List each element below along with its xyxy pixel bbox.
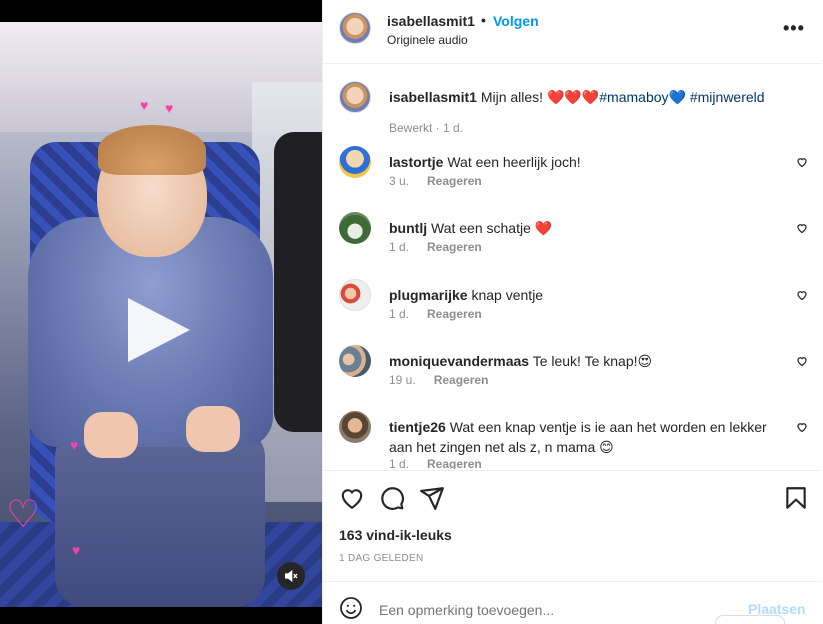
reply-button[interactable]: Reageren xyxy=(434,373,489,387)
blue-heart-emoji: 💙 xyxy=(668,89,686,105)
comment-body: Wat een schatje ❤️ xyxy=(431,220,553,236)
avatar[interactable] xyxy=(339,81,371,113)
reply-button[interactable]: Reageren xyxy=(427,174,482,188)
comment-time: 19 u. xyxy=(389,373,416,387)
comment-body: knap ventje xyxy=(471,287,544,303)
comment-meta: 1 d. Reageren xyxy=(389,240,482,254)
comment-composer: Plaatsen xyxy=(323,581,822,624)
comment-icon[interactable] xyxy=(379,485,405,511)
post-header: isabellasmit1 • Volgen Originele audio •… xyxy=(323,0,822,64)
child-hair xyxy=(98,125,206,175)
post-actions: 163 vind-ik-leuks 1 DAG GELEDEN xyxy=(323,470,822,580)
reply-button[interactable]: Reageren xyxy=(427,307,482,321)
comment-time: 1 d. xyxy=(389,457,410,469)
follow-button[interactable]: Volgen xyxy=(493,13,539,29)
comment-time: 3 u. xyxy=(389,174,410,188)
caption-meta: Bewerkt · 1 d. xyxy=(389,121,464,135)
comments-list[interactable]: isabellasmit1 Mijn alles! ❤️❤️❤️#mamaboy… xyxy=(323,65,822,469)
post-side-panel: isabellasmit1 • Volgen Originele audio •… xyxy=(322,0,823,624)
comment-meta: 1 d. Reageren xyxy=(389,457,482,469)
bookmark-icon[interactable] xyxy=(783,485,809,511)
like-heart-icon[interactable] xyxy=(339,485,365,511)
comment-text: plugmarijke knap ventje xyxy=(389,285,784,305)
heart-sticker-icon: ♥ xyxy=(72,542,81,558)
heart-icon[interactable] xyxy=(796,355,808,367)
heart-sticker-icon: ♥ xyxy=(165,100,174,116)
heart-icon[interactable] xyxy=(796,156,808,168)
avatar[interactable] xyxy=(339,345,371,377)
child-hand-right xyxy=(186,406,240,452)
comment-time: 1 d. xyxy=(389,307,410,321)
comment-body: Wat een knap ventje is ie aan het worden… xyxy=(389,419,767,455)
comment-username[interactable]: moniquevandermaas xyxy=(389,353,529,369)
caption-text: isabellasmit1 Mijn alles! ❤️❤️❤️#mamaboy… xyxy=(389,87,784,107)
more-icon[interactable]: ••• xyxy=(783,18,805,39)
hashtag-link[interactable]: #mijnwereld xyxy=(690,89,765,105)
heart-sticker-icon: ♥ xyxy=(70,437,79,453)
author-username[interactable]: isabellasmit1 xyxy=(387,13,475,29)
comment-username[interactable]: tientje26 xyxy=(389,419,446,435)
avatar[interactable] xyxy=(339,411,371,443)
comment-username[interactable]: plugmarijke xyxy=(389,287,468,303)
comment-time: 1 d. xyxy=(389,240,410,254)
comment-text: tientje26 Wat een knap ventje is ie aan … xyxy=(389,417,784,457)
heart-sticker-icon: ♡ xyxy=(6,494,41,536)
child-hand-left xyxy=(84,412,138,458)
reply-button[interactable]: Reageren xyxy=(427,240,482,254)
passenger-silhouette xyxy=(274,132,322,432)
heart-sticker-icon: ♥ xyxy=(140,97,149,113)
comment-input[interactable] xyxy=(379,600,719,620)
share-icon[interactable] xyxy=(419,485,445,511)
muted-icon[interactable] xyxy=(277,562,305,590)
comment-text: moniquevandermaas Te leuk! Te knap!😍 xyxy=(389,351,784,371)
caption-body: Mijn alles! ❤️❤️❤️ xyxy=(480,89,600,105)
comment-text: lastortje Wat een heerlijk joch! xyxy=(389,152,784,172)
comment-meta: 3 u. Reageren xyxy=(389,174,482,188)
avatar[interactable] xyxy=(339,146,371,178)
comment-body: Wat een heerlijk joch! xyxy=(447,154,581,170)
comment-meta: 19 u. Reageren xyxy=(389,373,488,387)
post-dialog: ♥ ♥ ♥ ♡ ♥ isabellasmit1 • Volgen Origine… xyxy=(0,0,823,624)
caption-username[interactable]: isabellasmit1 xyxy=(389,89,477,105)
comment-meta: 1 d. Reageren xyxy=(389,307,482,321)
avatar[interactable] xyxy=(339,279,371,311)
avatar[interactable] xyxy=(339,212,371,244)
tooltip-edge xyxy=(715,615,785,624)
heart-icon[interactable] xyxy=(796,289,808,301)
video-player[interactable]: ♥ ♥ ♥ ♡ ♥ xyxy=(0,22,322,607)
likes-count[interactable]: 163 vind-ik-leuks xyxy=(339,527,452,543)
comment-username[interactable]: buntlj xyxy=(389,220,427,236)
heart-icon[interactable] xyxy=(796,222,808,234)
reply-button[interactable]: Reageren xyxy=(427,457,482,469)
post-date[interactable]: 1 DAG GELEDEN xyxy=(339,553,423,564)
child-legs xyxy=(55,427,265,607)
separator-dot: • xyxy=(481,12,486,28)
comment-text: buntlj Wat een schatje ❤️ xyxy=(389,218,784,238)
hashtag-link[interactable]: #mamaboy xyxy=(599,89,668,105)
avatar[interactable] xyxy=(339,12,371,44)
audio-label[interactable]: Originele audio xyxy=(387,33,468,47)
heart-icon[interactable] xyxy=(796,421,808,433)
media-panel: ♥ ♥ ♥ ♡ ♥ xyxy=(0,0,322,624)
emoji-icon[interactable] xyxy=(339,596,363,620)
comment-body: Te leuk! Te knap!😍 xyxy=(532,353,653,369)
comment-username[interactable]: lastortje xyxy=(389,154,443,170)
play-icon[interactable] xyxy=(128,298,190,362)
